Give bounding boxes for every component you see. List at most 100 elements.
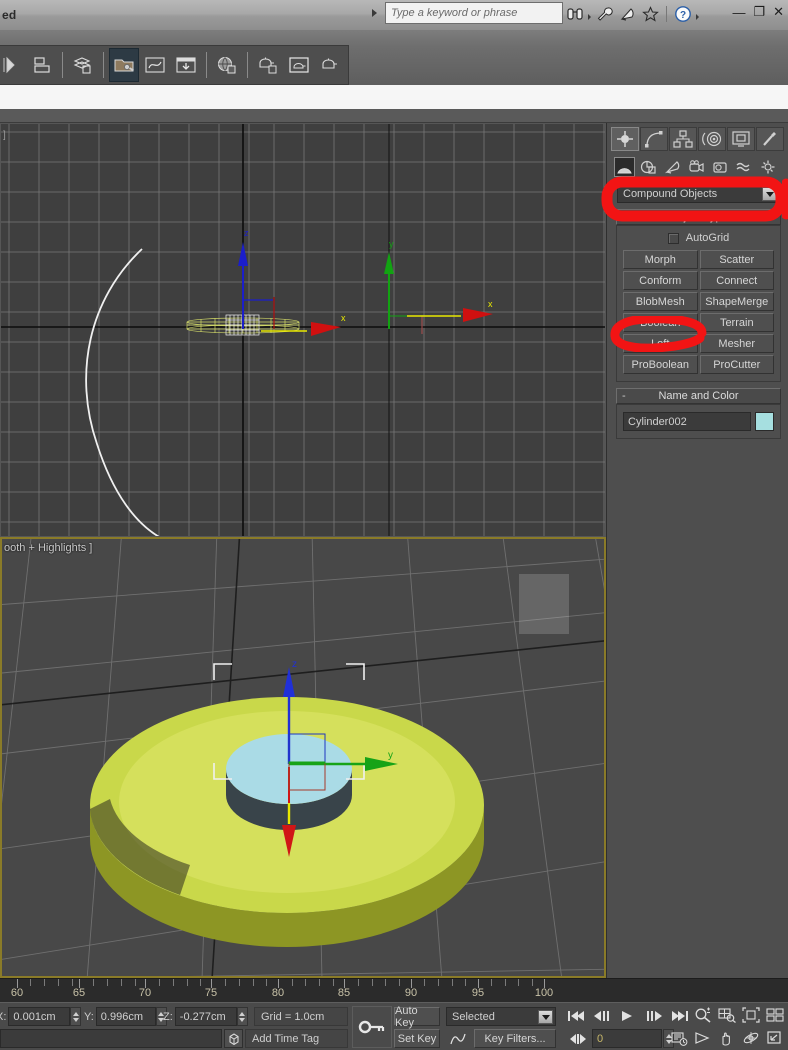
object-button-blobmesh[interactable]: BlobMesh [623,292,698,311]
select-object-icon[interactable] [27,48,57,82]
material-editor-teapot-icon[interactable] [253,48,283,82]
object-button-loft[interactable]: Loft [623,334,698,353]
object-button-shapemerge[interactable]: ShapeMerge [699,292,774,311]
field-of-view-icon[interactable] [692,1028,714,1048]
systems-gear-icon[interactable] [758,157,779,177]
svg-text:RIGHT: RIGHT [530,616,565,628]
help-options-caret-icon[interactable] [696,14,699,20]
coord-z-spinner[interactable] [236,1007,248,1026]
category-dropdown[interactable]: Compound Objects [617,184,780,203]
key-filters-button[interactable]: Key Filters... [474,1029,556,1048]
coord-y-input[interactable]: 0.996cm [95,1007,156,1026]
selection-level-dropdown[interactable]: Selected [446,1007,556,1026]
key-icon[interactable] [352,1006,392,1048]
object-button-procutter[interactable]: ProCutter [699,355,774,374]
command-tab-utilities[interactable] [756,127,784,151]
object-color-swatch[interactable] [755,412,774,431]
perspective-shaded-viewport[interactable]: ooth + Highlights ] z y TOP RIGHT [0,537,606,978]
go-to-end-button[interactable] [669,1006,691,1026]
zoom-all-icon[interactable] [716,1005,738,1025]
render-setup-globe-icon[interactable] [212,48,242,82]
quick-access-arrow-icon[interactable] [372,9,377,17]
zoom-icon[interactable] [692,1005,714,1025]
command-tab-display[interactable] [727,127,755,151]
go-to-start-button[interactable] [565,1006,587,1026]
space-warps-wave-icon[interactable] [734,157,755,177]
command-tab-modify[interactable] [640,127,668,151]
coord-x-spinner[interactable] [70,1007,82,1026]
selection-lock-cube-icon[interactable] [224,1029,243,1048]
orbit-icon[interactable] [740,1028,762,1048]
play-animation-button[interactable] [617,1006,639,1026]
top-wireframe-viewport[interactable]: ] z x y x [0,123,606,537]
svg-text:x: x [488,299,493,309]
chevron-down-icon[interactable] [538,1010,553,1024]
object-button-mesher[interactable]: Mesher [699,334,774,353]
rendered-frame-window-icon[interactable] [284,48,314,82]
timeline-tick-70: 70 [138,987,152,999]
restore-button[interactable]: ❐ [753,4,765,20]
object-button-conform[interactable]: Conform [623,271,698,290]
add-time-tag-button[interactable]: Add Time Tag [245,1029,348,1048]
search-options-caret-icon[interactable] [588,14,591,20]
next-frame-button[interactable] [643,1006,665,1026]
object-button-morph[interactable]: Morph [623,250,698,269]
object-type-header[interactable]: - Object Type [616,209,781,225]
collapse-icon[interactable]: - [622,390,626,402]
wrench-icon[interactable] [594,3,614,25]
close-button[interactable]: ✕ [773,4,784,20]
time-slider-ruler[interactable]: 60 65 70 75 80 85 90 95 100 [0,978,788,1002]
autogrid-label: AutoGrid [685,232,730,244]
object-button-boolean[interactable]: Boolean [623,313,698,332]
collapse-icon[interactable]: - [622,211,626,223]
svg-text:x: x [341,313,346,323]
coord-x-input[interactable]: 0.001cm [8,1007,71,1026]
curve-editor-icon[interactable] [140,48,170,82]
render-production-teapot-icon[interactable] [315,48,345,82]
layers-icon[interactable] [68,48,98,82]
auto-key-button[interactable]: Auto Key [394,1005,440,1029]
command-tab-create[interactable] [611,127,639,151]
object-name-input[interactable]: Cylinder002 [623,412,751,431]
lights-icon[interactable] [662,157,683,177]
star-favorites-icon[interactable] [640,3,660,25]
set-key-button[interactable]: Set Key [394,1029,440,1048]
pan-view-icon[interactable] [716,1028,738,1048]
set-key-curve-icon[interactable] [446,1029,470,1048]
material-explorer-icon[interactable] [109,48,139,82]
search-input[interactable]: Type a keyword or phrase [385,2,563,24]
undo-view-change-icon[interactable] [0,48,26,82]
svg-text:?: ? [680,10,686,21]
satellite-dish-icon[interactable] [617,3,637,25]
menu-spacer [0,85,788,109]
object-name-row: Cylinder002 [623,410,774,431]
svg-text:y: y [388,750,393,761]
command-tab-motion[interactable] [698,127,726,151]
object-button-terrain[interactable]: Terrain [699,313,774,332]
zoom-extents-icon[interactable] [740,1005,762,1025]
previous-frame-button[interactable] [591,1006,613,1026]
chevron-down-icon[interactable] [762,187,777,201]
helpers-tape-icon[interactable] [710,157,731,177]
geometry-sphere-icon[interactable] [614,157,635,177]
zoom-extents-all-icon[interactable] [764,1005,786,1025]
object-button-scatter[interactable]: Scatter [699,250,774,269]
object-button-connect[interactable]: Connect [699,271,774,290]
coord-z-input[interactable]: -0.277cm [174,1007,237,1026]
help-icon[interactable]: ? [673,3,693,25]
maximize-viewport-icon[interactable] [764,1028,786,1048]
key-mode-toggle-icon[interactable] [668,1028,690,1049]
command-tab-hierarchy[interactable] [669,127,697,151]
shapes-icon[interactable] [638,157,659,177]
object-button-proboolean[interactable]: ProBoolean [623,355,698,374]
name-and-color-header[interactable]: - Name and Color [616,388,781,404]
main-toolbar [0,30,788,85]
schematic-view-icon[interactable] [171,48,201,82]
minimize-button[interactable]: — [732,5,745,20]
current-key-icon[interactable] [566,1029,590,1048]
current-frame-input[interactable]: 0 [592,1029,662,1048]
search-binoculars-icon[interactable] [565,3,585,25]
viewport-nav-row-1 [692,1005,786,1025]
cameras-icon[interactable] [686,157,707,177]
autogrid-checkbox[interactable] [667,232,679,244]
